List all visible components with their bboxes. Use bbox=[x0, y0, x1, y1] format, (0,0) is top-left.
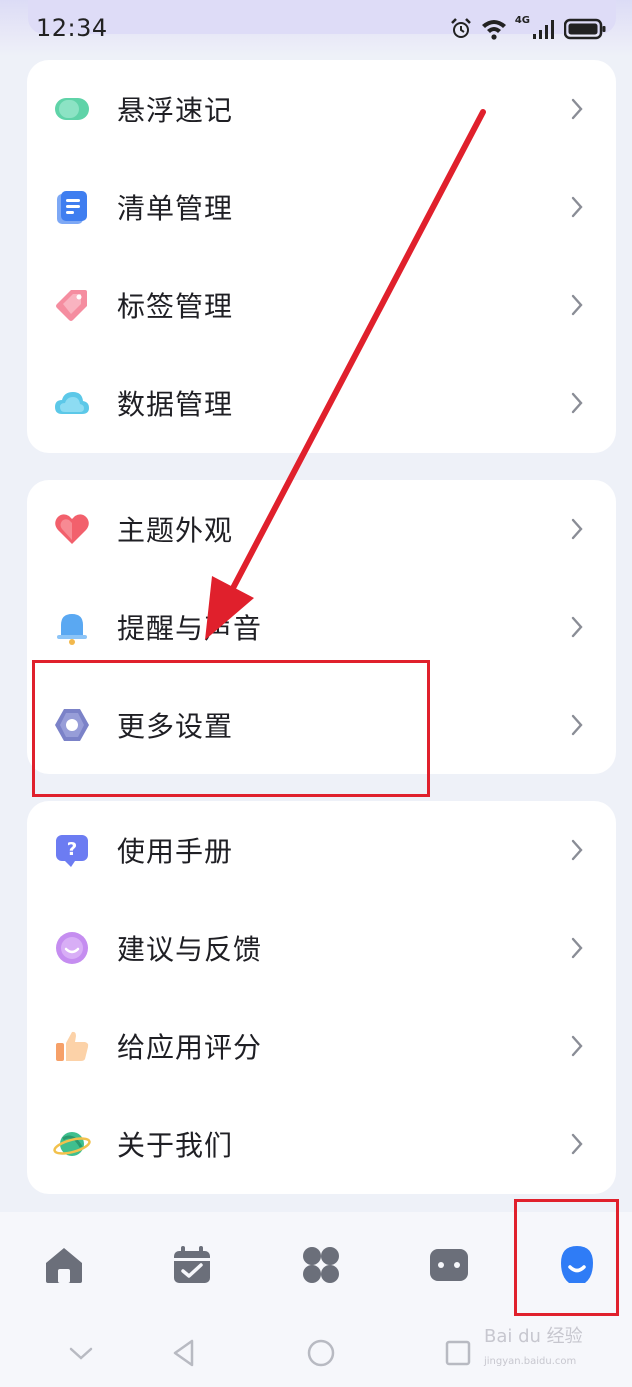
chevron-right-icon bbox=[571, 1133, 583, 1155]
calendar-check-icon bbox=[174, 1246, 210, 1283]
menu-item-label: 提醒与声音 bbox=[117, 612, 263, 645]
chevron-right-icon bbox=[571, 98, 583, 120]
bell-icon bbox=[53, 608, 91, 646]
status-time: 12:34 bbox=[36, 14, 108, 42]
signal-icon bbox=[533, 20, 554, 39]
list-icon bbox=[53, 188, 91, 226]
menu-card-1: 悬浮速记 清单管理 标签管理 数据管理 bbox=[27, 60, 616, 453]
cloud-icon bbox=[53, 384, 91, 422]
svg-text:?: ? bbox=[67, 839, 77, 860]
chevron-right-icon bbox=[571, 937, 583, 959]
chevron-right-icon bbox=[571, 616, 583, 638]
floating-note-icon bbox=[53, 90, 91, 128]
menu-item-feedback[interactable]: 建议与反馈 bbox=[27, 899, 616, 997]
home-icon bbox=[46, 1248, 82, 1283]
menu-item-data-management[interactable]: 数据管理 bbox=[27, 354, 616, 452]
chevron-right-icon bbox=[571, 839, 583, 861]
chevron-right-icon bbox=[571, 294, 583, 316]
tab-home[interactable] bbox=[41, 1242, 87, 1288]
heart-icon bbox=[53, 510, 91, 548]
menu-item-label: 关于我们 bbox=[117, 1129, 234, 1162]
tab-messages[interactable] bbox=[426, 1242, 472, 1288]
wifi-icon bbox=[481, 20, 506, 40]
home-circle-icon[interactable] bbox=[306, 1338, 336, 1368]
tag-icon bbox=[53, 286, 91, 324]
menu-item-label: 建议与反馈 bbox=[117, 933, 263, 966]
menu-item-label: 使用手册 bbox=[117, 835, 234, 868]
menu-item-label: 标签管理 bbox=[117, 290, 234, 323]
menu-item-about[interactable]: 关于我们 bbox=[27, 1095, 616, 1193]
tab-calendar[interactable] bbox=[169, 1242, 215, 1288]
thumbs-up-icon bbox=[53, 1027, 91, 1065]
chevron-right-icon bbox=[571, 392, 583, 414]
menu-item-label: 给应用评分 bbox=[117, 1031, 263, 1064]
chevron-right-icon bbox=[571, 518, 583, 540]
menu-item-manual[interactable]: ? 使用手册 bbox=[27, 801, 616, 899]
network-label: 4G bbox=[514, 14, 530, 26]
annotation-highlight-tab-box bbox=[514, 1199, 619, 1316]
annotation-highlight-box bbox=[32, 660, 430, 797]
watermark-text: Bai du 经验 bbox=[484, 1326, 583, 1347]
grid-icon bbox=[303, 1247, 339, 1283]
tab-apps[interactable] bbox=[298, 1242, 344, 1288]
menu-item-label: 清单管理 bbox=[117, 192, 234, 225]
menu-item-theme[interactable]: 主题外观 bbox=[27, 480, 616, 578]
planet-icon bbox=[53, 1125, 91, 1163]
menu-item-floating-note[interactable]: 悬浮速记 bbox=[27, 60, 616, 158]
menu-card-3: ? 使用手册 建议与反馈 给应用评分 关于我们 bbox=[27, 801, 616, 1194]
alarm-icon bbox=[450, 18, 471, 38]
menu-item-label: 主题外观 bbox=[117, 514, 234, 547]
back-triangle-icon[interactable] bbox=[170, 1338, 200, 1368]
watermark-subtext: jingyan.baidu.com bbox=[484, 1356, 577, 1367]
battery-icon bbox=[564, 18, 606, 40]
help-icon: ? bbox=[53, 831, 91, 869]
status-icons: 4G bbox=[449, 14, 606, 44]
menu-item-label: 数据管理 bbox=[117, 388, 234, 421]
chevron-down-icon[interactable] bbox=[66, 1338, 96, 1368]
chevron-right-icon bbox=[571, 196, 583, 218]
status-bar: 12:34 4G bbox=[0, 0, 632, 56]
chevron-right-icon bbox=[571, 714, 583, 736]
menu-item-tag-management[interactable]: 标签管理 bbox=[27, 256, 616, 354]
feedback-icon bbox=[53, 929, 91, 967]
menu-item-list-management[interactable]: 清单管理 bbox=[27, 158, 616, 256]
chevron-right-icon bbox=[571, 1035, 583, 1057]
recents-square-icon[interactable] bbox=[443, 1338, 473, 1368]
chat-icon bbox=[430, 1249, 468, 1281]
menu-item-label: 悬浮速记 bbox=[117, 94, 234, 127]
menu-item-rate-app[interactable]: 给应用评分 bbox=[27, 997, 616, 1095]
